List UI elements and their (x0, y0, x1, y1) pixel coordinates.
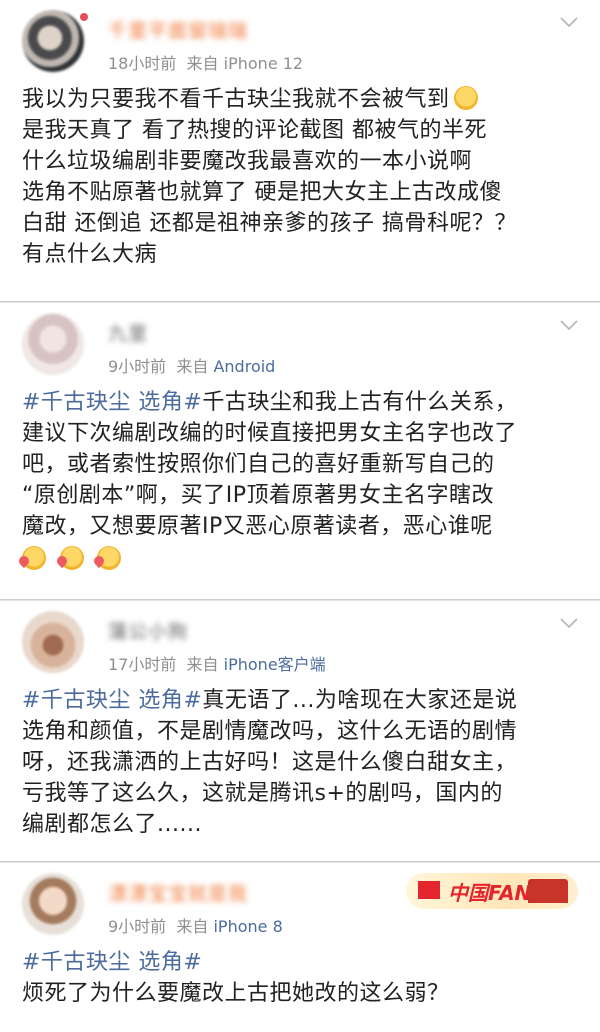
post-card: 蒲公小狗 17小时前 来自 iPhone客户端 #千古玦尘 选角#真无语了...… (0, 600, 600, 862)
post-header: 九里 9小时前 来自 Android (22, 313, 584, 387)
body-line: 编剧都怎么了...... (22, 812, 202, 837)
avatar[interactable] (22, 10, 84, 72)
post-body: #千古玦尘 选角#真无语了...为啥现在大家还是说 选角和颜值，不是剧情魔改吗，… (22, 685, 584, 840)
topic-hashtag-link[interactable]: #千古玦尘 选角# (22, 947, 574, 978)
body-line: 魔改，又想要原著IP又恶心原著读者，恶心谁呢 (22, 514, 493, 539)
body-line: 选角不贴原著也就算了 硬是把大女主上古改成傻 (22, 180, 502, 205)
body-line: 有点什么大病 (22, 242, 158, 267)
body-line: “原创剧本”啊，买了IP顶着原著男女主名字瞎改 (22, 483, 495, 508)
username[interactable]: 九里 (108, 319, 148, 346)
topic-hashtag-link[interactable]: #千古玦尘 选角# (22, 390, 202, 415)
body-line: #千古玦尘 选角#真无语了...为啥现在大家还是说 (22, 688, 518, 713)
heart-kiss-emoji-icon (22, 546, 46, 570)
post-card: 九里 9小时前 来自 Android #千古玦尘 选角#千古玦尘和我上古有什么关… (0, 302, 600, 600)
post-header: 千里平面窗瑞瑞 18小时前 来自 iPhone 12 (22, 10, 584, 84)
source-prefix: 来自 (176, 917, 209, 936)
post-card: 漂漂宝宝就是我 中国FANS 9小时前 来自 iPhone 8 #千古玦尘 选角… (0, 862, 600, 1032)
body-line: 建议下次编剧改编的时候直接把男女主名字也改了 (22, 421, 518, 446)
post-time: 17小时前 (108, 655, 177, 674)
topic-hashtag-link[interactable]: #千古玦尘 选角# (22, 688, 202, 713)
post-body: #千古玦尘 选角# 烦死了为什么要魔改上古把她改的这么弱？ (22, 947, 584, 1009)
post-header: 蒲公小狗 17小时前 来自 iPhone客户端 (22, 611, 584, 685)
heart-kiss-emoji-icon (97, 546, 121, 570)
notification-dot-icon (79, 12, 89, 22)
chevron-down-icon[interactable] (560, 319, 578, 333)
source-prefix: 来自 (186, 54, 219, 73)
gate-icon (528, 879, 568, 903)
post-body: #千古玦尘 选角#千古玦尘和我上古有什么关系， 建议下次编剧改编的时候直接把男女… (22, 387, 584, 575)
post-source: iPhone 12 (223, 54, 304, 73)
post-meta: 17小时前 来自 iPhone客户端 (108, 651, 326, 675)
post-time: 9小时前 (108, 917, 167, 936)
username[interactable]: 蒲公小狗 (108, 617, 188, 644)
post-card: 千里平面窗瑞瑞 18小时前 来自 iPhone 12 我以为只要我不看千古玦尘我… (0, 0, 600, 302)
body-line: 我以为只要我不看千古玦尘我就不会被气到 (22, 84, 574, 115)
post-time: 9小时前 (108, 357, 167, 376)
post-meta: 9小时前 来自 Android (108, 353, 275, 377)
source-prefix: 来自 (176, 357, 209, 376)
chevron-down-icon[interactable] (560, 617, 578, 631)
username[interactable]: 漂漂宝宝就是我 (108, 879, 248, 906)
avatar[interactable] (22, 313, 84, 375)
heart-kiss-emoji-icon (59, 546, 84, 570)
body-line: 吧，或者索性按照你们自己的喜好重新写自己的 (22, 452, 495, 477)
post-time: 18小时前 (108, 54, 177, 73)
body-line: 什么垃圾编剧非要魔改我最喜欢的一本小说啊 (22, 149, 473, 174)
post-source[interactable]: iPhone客户端 (224, 655, 326, 674)
body-line: 选角和颜值，不是剧情魔改吗，这什么无语的剧情 (22, 719, 518, 744)
fans-badge-decoration: 中国FANS (406, 873, 578, 909)
body-line: 烦死了为什么要魔改上古把她改的这么弱？ (22, 981, 450, 1006)
avatar[interactable] (22, 611, 84, 673)
body-line: 亏我等了这么久，这就是腾讯s+的剧吗，国内的 (22, 781, 503, 806)
post-body: 我以为只要我不看千古玦尘我就不会被气到 是我天真了 看了热搜的评论截图 都被气的… (22, 84, 584, 270)
body-line: #千古玦尘 选角#千古玦尘和我上古有什么关系， (22, 390, 518, 415)
emoji-row (22, 542, 574, 575)
post-source[interactable]: Android (213, 357, 275, 376)
flag-icon (418, 881, 440, 899)
post-meta: 18小时前 来自 iPhone 12 (108, 50, 303, 74)
smile-emoji-icon (453, 86, 478, 110)
weibo-comment-feed: 千里平面窗瑞瑞 18小时前 来自 iPhone 12 我以为只要我不看千古玦尘我… (0, 0, 600, 1032)
post-source[interactable]: iPhone 8 (213, 917, 282, 936)
avatar[interactable] (22, 873, 84, 935)
body-line: 呀，还我潇洒的上古好吗！这是什么傻白甜女主， (22, 750, 518, 775)
source-prefix: 来自 (186, 655, 219, 674)
body-line: 白甜 还倒追 还都是祖神亲爹的孩子 搞骨科呢？？ (22, 211, 517, 236)
chevron-down-icon[interactable] (560, 16, 578, 30)
body-line: 是我天真了 看了热搜的评论截图 都被气的半死 (22, 118, 487, 143)
post-meta: 9小时前 来自 iPhone 8 (108, 913, 283, 937)
post-header: 漂漂宝宝就是我 中国FANS 9小时前 来自 iPhone 8 (22, 873, 584, 947)
username[interactable]: 千里平面窗瑞瑞 (108, 16, 248, 43)
